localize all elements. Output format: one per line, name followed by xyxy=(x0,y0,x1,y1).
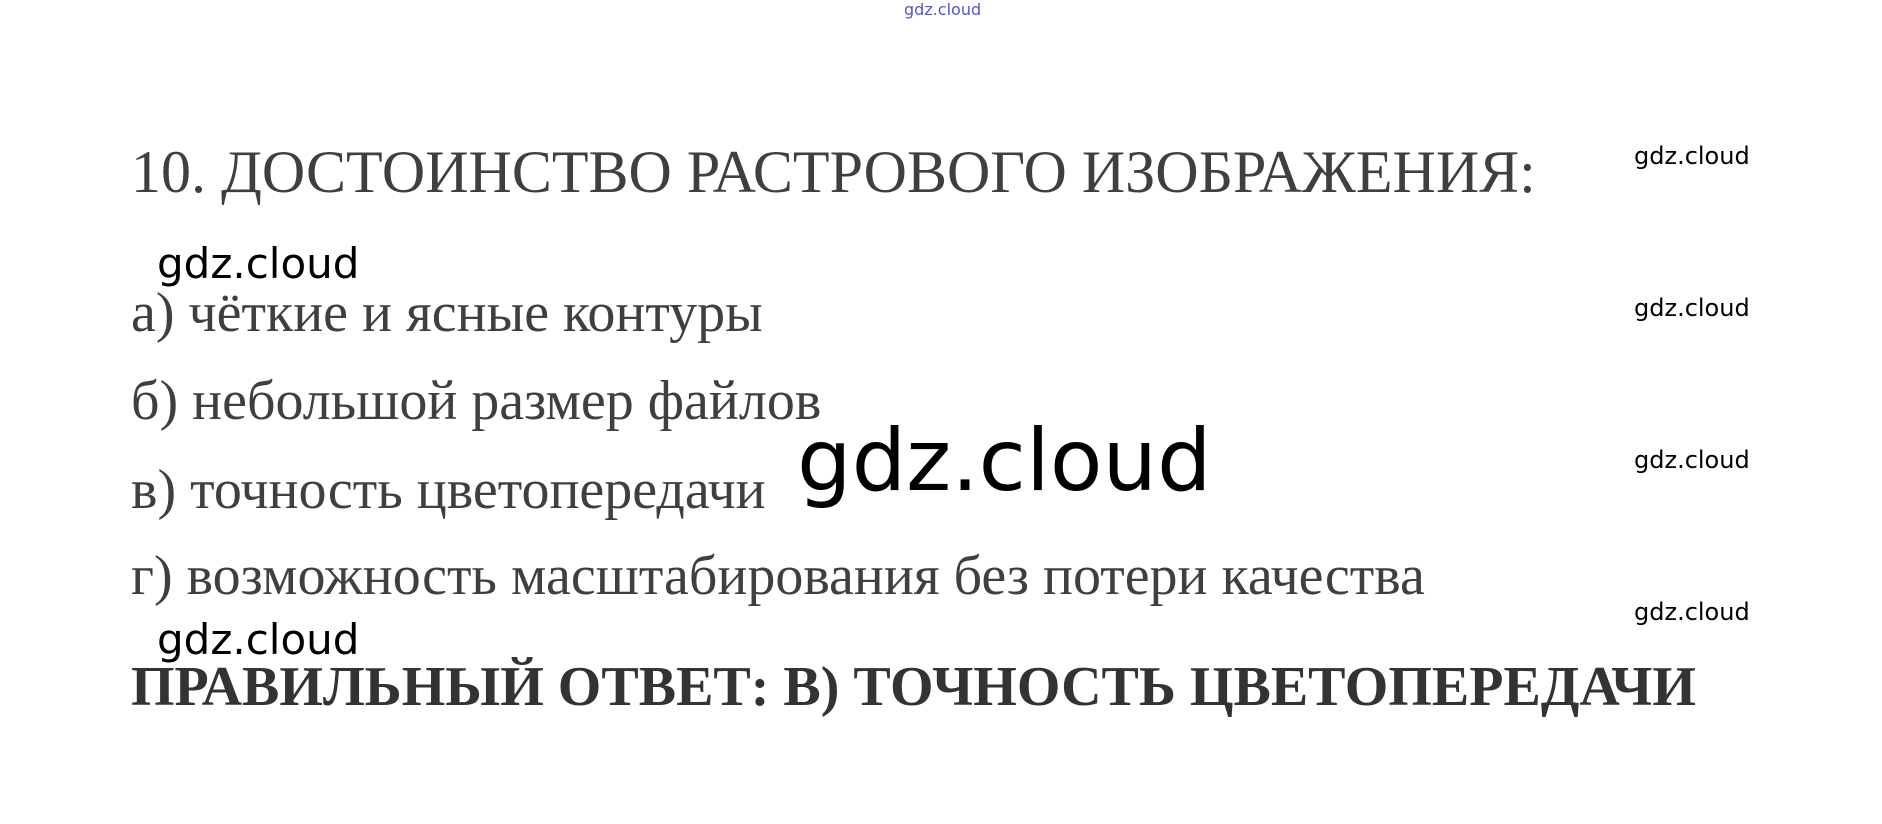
watermark-right-4: gdz.cloud xyxy=(1634,598,1750,626)
option-d: г) возможность масштабирования без потер… xyxy=(131,545,1425,607)
watermark-left-1: gdz.cloud xyxy=(157,239,360,288)
question-title: 10. ДОСТОИНСТВО РАСТРОВОГО ИЗОБРАЖЕНИЯ: xyxy=(131,139,1536,205)
option-a: а) чёткие и ясные контуры xyxy=(131,282,763,344)
correct-answer: ПРАВИЛЬНЫЙ ОТВЕТ: В) ТОЧНОСТЬ ЦВЕТОПЕРЕД… xyxy=(131,656,1696,718)
watermark-top: gdz.cloud xyxy=(904,0,982,19)
watermark-left-2: gdz.cloud xyxy=(157,615,360,664)
watermark-right-1: gdz.cloud xyxy=(1634,142,1750,170)
option-b: б) небольшой размер файлов xyxy=(131,370,822,432)
option-c: в) точность цветопередачи xyxy=(131,459,766,521)
watermark-right-3: gdz.cloud xyxy=(1634,446,1750,474)
watermark-center: gdz.cloud xyxy=(797,411,1212,511)
watermark-right-2: gdz.cloud xyxy=(1634,294,1750,322)
